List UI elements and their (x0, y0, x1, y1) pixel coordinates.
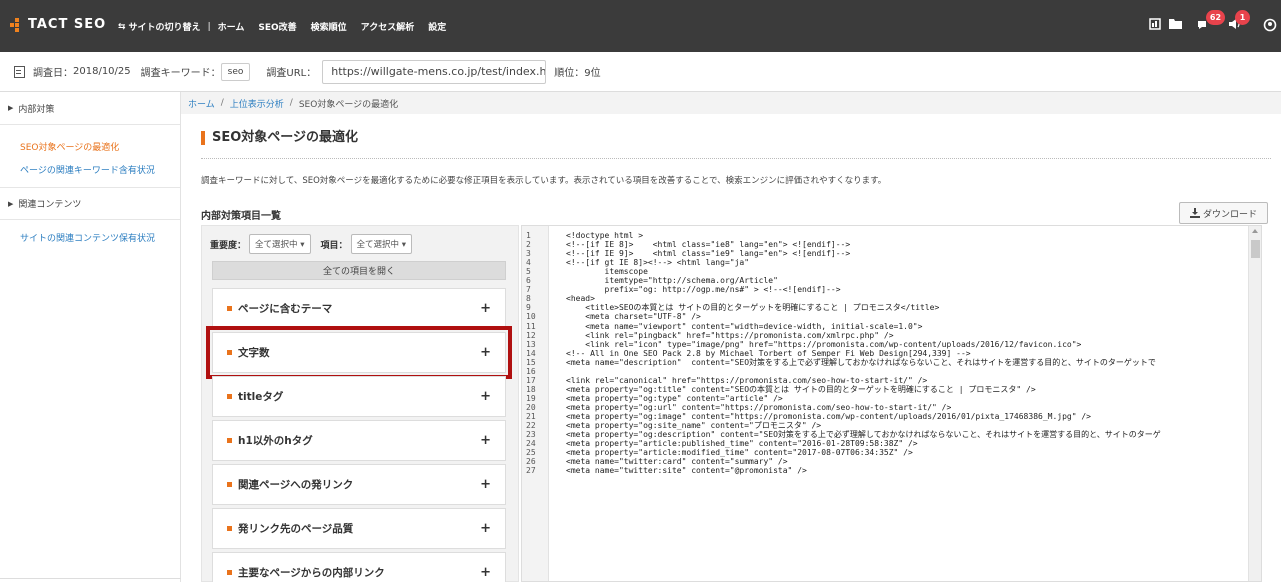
main-nav: ⇆ サイトの切り替え | ホーム SEO改善 検索順位 アクセス解析 設定 (118, 20, 460, 34)
accordion-label: titleタグ (238, 391, 284, 403)
nav-item-rank[interactable]: 検索順位 (311, 20, 347, 33)
nav-item-seo[interactable]: SEO改善 (258, 20, 296, 33)
bullet-icon (227, 570, 232, 575)
page-description: 調査キーワードに対して、SEO対象ページを最適化するために必要な修正項目を表示し… (201, 176, 887, 186)
site-switch-label: サイトの切り替え (128, 23, 201, 33)
alert-badge: 1 (1235, 10, 1250, 25)
plus-icon: + (480, 477, 491, 492)
date-value: 2018/10/25 (73, 66, 131, 77)
plus-icon: + (480, 565, 491, 580)
sidebar-section-label: 関連コンテンツ (18, 200, 82, 210)
sidebar-section-label: 内部対策 (18, 104, 55, 115)
vertical-scrollbar[interactable] (1248, 226, 1261, 581)
source-code-viewer[interactable]: 1 <!doctype html >2 <!--[if IE 8]> <html c… (521, 225, 1262, 582)
nav-item-home[interactable]: ホーム (218, 20, 245, 33)
sidebar-item-related-content[interactable]: サイトの関連コンテンツ保有状況 (0, 226, 180, 249)
checklist-panel: 重要度： 全て選択中 ▾ 項目： 全て選択中 ▾ 全ての項目を開く ページに含む… (201, 225, 519, 582)
accordion-label: 主要なページからの内部リンク (238, 567, 385, 579)
caret-right-icon: ▶ (8, 104, 14, 112)
caret-right-icon: ▶ (8, 199, 14, 208)
sidebar-item-seo-optimize[interactable]: SEO対象ページの最適化 (0, 135, 180, 158)
notification-badge: 62 (1206, 10, 1225, 25)
switch-icon: ⇆ (118, 21, 126, 32)
breadcrumb-analysis[interactable]: 上位表示分析 (230, 97, 284, 110)
app-logo[interactable]: TACT SEO (10, 17, 106, 32)
site-switch[interactable]: ⇆ サイトの切り替え (118, 20, 201, 34)
section-title: 内部対策項目一覧 (201, 211, 281, 222)
app-name: TACT SEO (28, 17, 107, 32)
nav-separator: | (207, 21, 211, 32)
download-label: ダウンロード (1202, 209, 1257, 220)
accordion-label: h1以外のhタグ (238, 435, 313, 447)
accordion-label: 文字数 (238, 347, 270, 359)
filter-row: 重要度： 全て選択中 ▾ 項目： 全て選択中 ▾ (210, 234, 422, 254)
sidebar-divider (0, 578, 181, 579)
plus-icon: + (480, 389, 491, 404)
bullet-icon (227, 306, 232, 311)
folder-icon[interactable] (1168, 18, 1182, 32)
bullet-icon (227, 526, 232, 531)
line-number: 27 (526, 466, 536, 476)
importance-select[interactable]: 全て選択中 ▾ (249, 234, 311, 254)
plus-icon: + (480, 521, 491, 536)
sidebar-section-related[interactable]: ▶ 関連コンテンツ (0, 188, 180, 220)
document-icon (14, 65, 25, 78)
keyword-field: seo (220, 62, 251, 81)
download-button[interactable]: ダウンロード (1179, 202, 1268, 224)
line-text: <meta name="twitter:site" content="@prom… (566, 466, 807, 476)
item-label: 項目： (320, 240, 348, 251)
user-icon[interactable] (1263, 18, 1277, 32)
accordion-item-theme[interactable]: ページに含むテーマ + (212, 288, 506, 329)
sidebar: ▶ 内部対策 SEO対象ページの最適化 ページの関連キーワード含有状況 ▶ 関連… (0, 92, 181, 582)
accordion-item-link-quality[interactable]: 発リンク先のページ品質 + (212, 508, 506, 549)
item-select[interactable]: 全て選択中 ▾ (350, 234, 412, 254)
accordion-item-char-count[interactable]: 文字数 + (206, 326, 512, 379)
bullet-icon (227, 482, 232, 487)
sidebar-section-internal[interactable]: ▶ 内部対策 (0, 92, 180, 125)
accordion-label: ページに含むテーマ (238, 303, 333, 315)
rank-value: 順位：9位 (554, 68, 601, 79)
accordion-item-outbound-related[interactable]: 関連ページへの発リンク + (212, 464, 506, 505)
keyword-label: 調査キーワード： (140, 68, 221, 79)
survey-info-bar: 調査日： 2018/10/25 調査キーワード： seo 調査URL： http… (0, 52, 1281, 92)
date-label: 調査日： (33, 68, 73, 79)
breadcrumb: ホーム / 上位表示分析 / SEO対象ページの最適化 (181, 92, 1281, 114)
plus-icon: + (480, 301, 491, 316)
url-field: https://willgate-mens.co.jp/test/index.h… (322, 59, 547, 84)
scroll-thumb[interactable] (1251, 240, 1260, 258)
title-divider (201, 158, 1271, 159)
main-content: ホーム / 上位表示分析 / SEO対象ページの最適化 SEO対象ページの最適化… (181, 92, 1281, 582)
bullet-icon (227, 350, 232, 355)
breadcrumb-current: SEO対象ページの最適化 (298, 99, 399, 110)
open-all-button[interactable]: 全ての項目を開く (212, 261, 506, 280)
top-bar: TACT SEO ⇆ サイトの切り替え | ホーム SEO改善 検索順位 アクセ… (0, 0, 1281, 52)
download-icon (1189, 208, 1200, 218)
accordion-item-title-tag[interactable]: titleタグ + (212, 376, 506, 417)
accordion-label: 関連ページへの発リンク (238, 479, 354, 491)
breadcrumb-separator: / (220, 98, 224, 108)
breadcrumb-home[interactable]: ホーム (188, 97, 215, 110)
report-icon[interactable] (1148, 18, 1162, 32)
logo-mark-icon (10, 17, 24, 32)
plus-icon: + (480, 433, 491, 448)
breadcrumb-separator: / (289, 98, 293, 108)
page-title: SEO対象ページの最適化 (201, 131, 358, 145)
accordion-item-h-tags[interactable]: h1以外のhタグ + (212, 420, 506, 461)
line-text: prefix="og: http://ogp.me/ns#" > <!--<![… (566, 285, 841, 295)
sidebar-group-internal: SEO対象ページの最適化 ページの関連キーワード含有状況 (0, 125, 180, 188)
nav-item-analytics[interactable]: アクセス解析 (361, 20, 415, 33)
line-text: <meta name="description" content="SEO対策を… (566, 357, 1156, 367)
accordion-item-internal-links[interactable]: 主要なページからの内部リンク + (212, 552, 506, 582)
accordion-label: 発リンク先のページ品質 (238, 523, 354, 535)
scroll-up-icon[interactable] (1252, 229, 1258, 233)
bullet-icon (227, 438, 232, 443)
importance-label: 重要度： (210, 240, 247, 251)
bullet-icon (227, 394, 232, 399)
url-label: 調査URL： (266, 68, 317, 79)
plus-icon: + (480, 345, 491, 360)
sidebar-item-keyword-inclusion[interactable]: ページの関連キーワード含有状況 (0, 158, 180, 181)
sidebar-group-related: サイトの関連コンテンツ保有状況 (0, 220, 180, 255)
nav-item-settings[interactable]: 設定 (428, 20, 446, 33)
